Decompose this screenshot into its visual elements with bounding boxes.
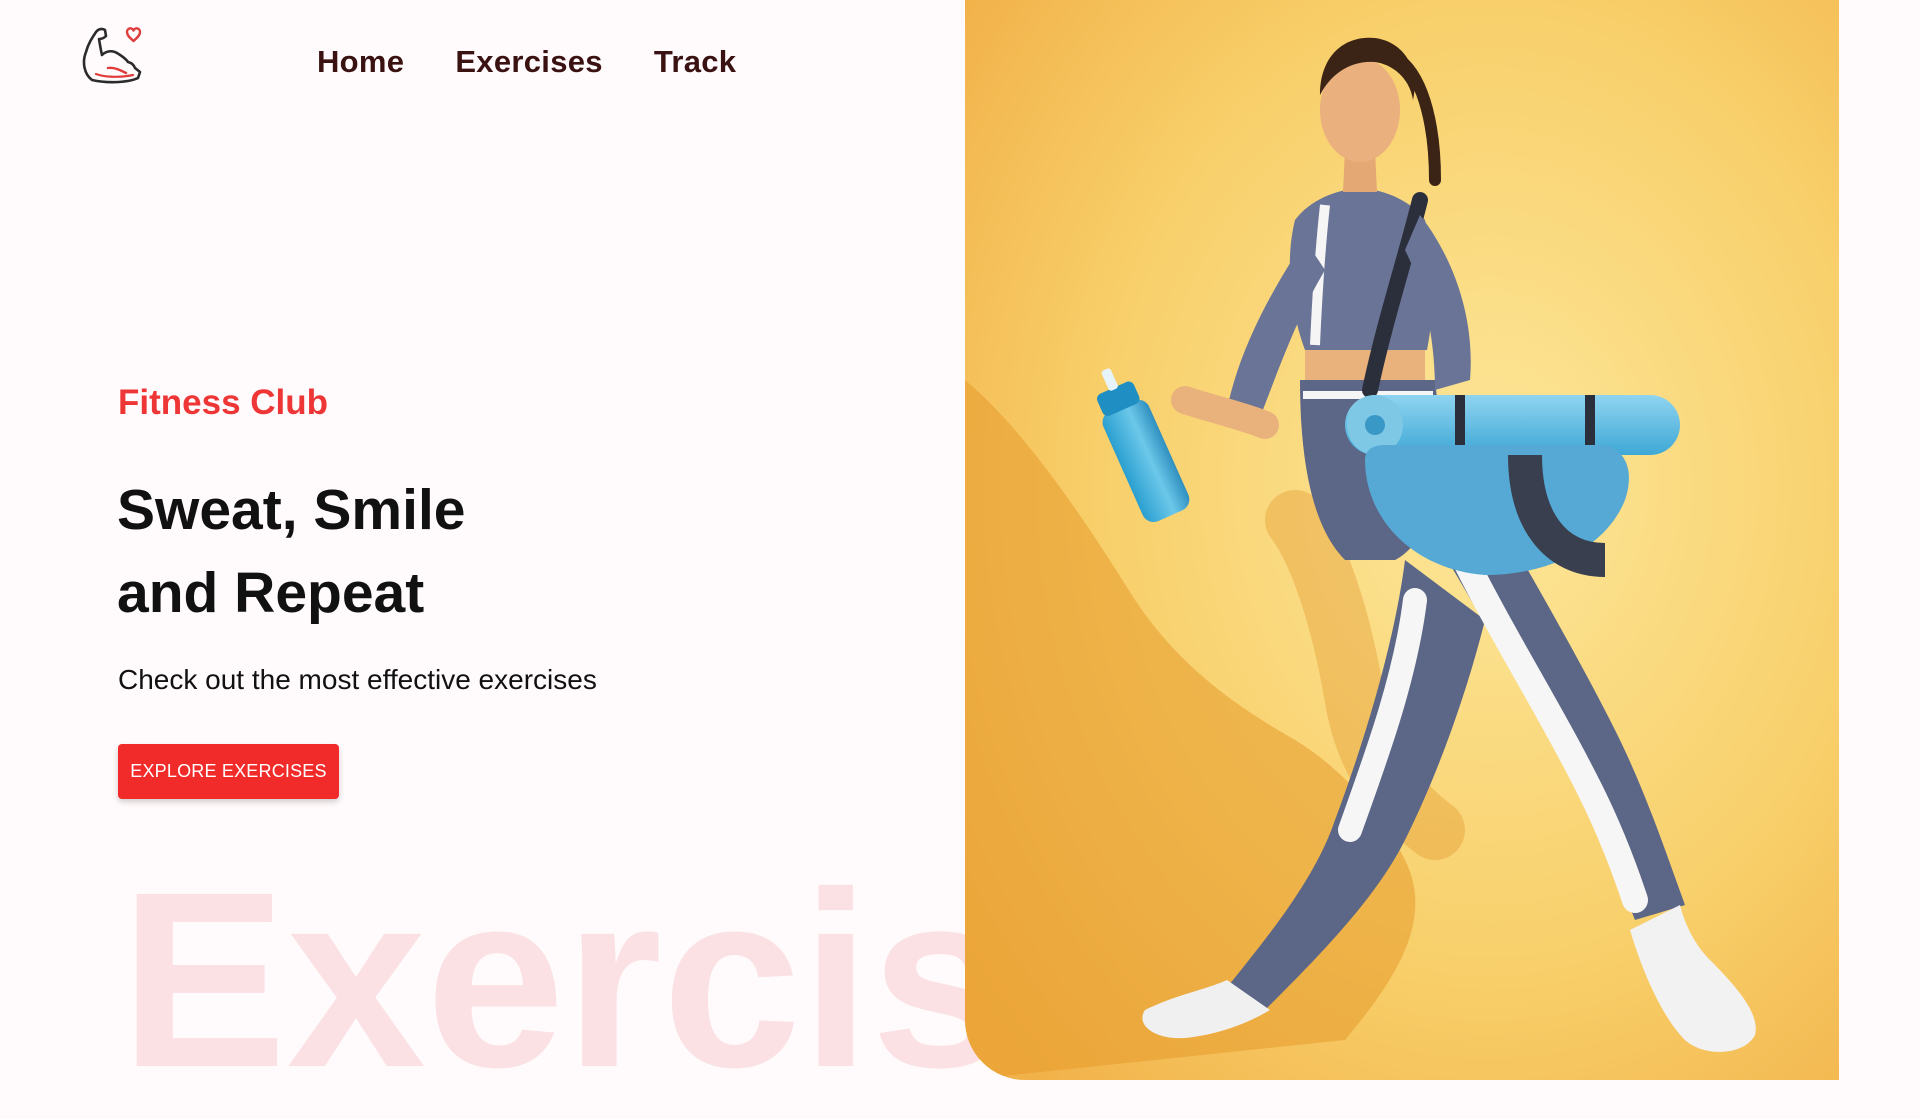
hero-subtitle: Check out the most effective exercises <box>118 664 597 695</box>
hero-headline-line-2: and Repeat <box>117 561 425 625</box>
main-nav: Home Exercises Track <box>317 44 736 80</box>
hero-headline: Sweat, Smile and Repeat <box>117 469 466 635</box>
woman-walking-illustration <box>965 0 1839 1080</box>
nav-exercises-link[interactable]: Exercises <box>455 44 603 80</box>
flexed-arm-heart-icon <box>82 27 142 84</box>
explore-exercises-button[interactable]: EXPLORE EXERCISES <box>118 744 339 799</box>
logo[interactable] <box>78 22 144 88</box>
background-watermark-text: Exercis <box>120 840 1010 1119</box>
hero-kicker: Fitness Club <box>118 383 329 422</box>
hero-banner-image <box>965 0 1839 1080</box>
nav-track-link[interactable]: Track <box>654 44 737 80</box>
hero-headline-line-1: Sweat, Smile <box>117 478 466 542</box>
nav-home-link[interactable]: Home <box>317 44 404 80</box>
